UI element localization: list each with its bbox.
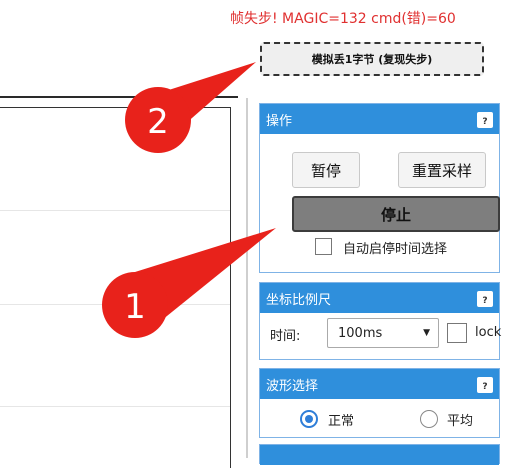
lock-label: lock	[475, 325, 502, 340]
chart-divider	[246, 98, 248, 458]
time-label: 时间:	[270, 329, 301, 344]
scale-panel-header: 坐标比例尺 ?	[260, 283, 499, 313]
pause-button[interactable]: 暂停	[292, 152, 360, 188]
operation-panel-header: 操作 ?	[260, 104, 499, 134]
help-icon[interactable]: ?	[477, 291, 493, 307]
auto-pause-label: 自动启停时间选择	[343, 242, 448, 257]
radio-average[interactable]	[420, 410, 438, 428]
next-panel-header	[260, 445, 499, 465]
radio-normal[interactable]	[300, 410, 318, 428]
radio-normal-label: 正常	[328, 414, 355, 429]
grid-line	[0, 304, 230, 305]
lock-checkbox[interactable]	[447, 323, 467, 343]
waveform-chart	[0, 107, 231, 468]
waveform-panel-header: 波形选择 ?	[260, 369, 499, 399]
grid-line	[0, 406, 230, 407]
reset-sampling-button[interactable]: 重置采样	[398, 152, 486, 188]
operation-panel-title: 操作	[266, 113, 293, 129]
help-icon[interactable]: ?	[477, 377, 493, 393]
frame-error-status: 帧失步! MAGIC=132 cmd(错)=60	[230, 11, 456, 27]
waveform-panel-title: 波形选择	[266, 378, 319, 394]
time-scale-select[interactable]: 100ms ▼	[327, 318, 439, 348]
time-scale-value: 100ms	[338, 325, 383, 341]
radio-average-label: 平均	[447, 414, 474, 429]
auto-pause-checkbox[interactable]	[315, 238, 332, 255]
stop-button[interactable]: 停止	[292, 196, 500, 232]
next-panel	[259, 444, 500, 465]
chart-top-border	[0, 96, 238, 98]
scale-panel-title: 坐标比例尺	[266, 292, 332, 308]
chevron-down-icon: ▼	[423, 328, 430, 338]
simulate-drop-byte-button[interactable]: 模拟丢1字节 (复现失步)	[260, 42, 484, 76]
grid-line	[0, 210, 230, 211]
help-icon[interactable]: ?	[477, 112, 493, 128]
